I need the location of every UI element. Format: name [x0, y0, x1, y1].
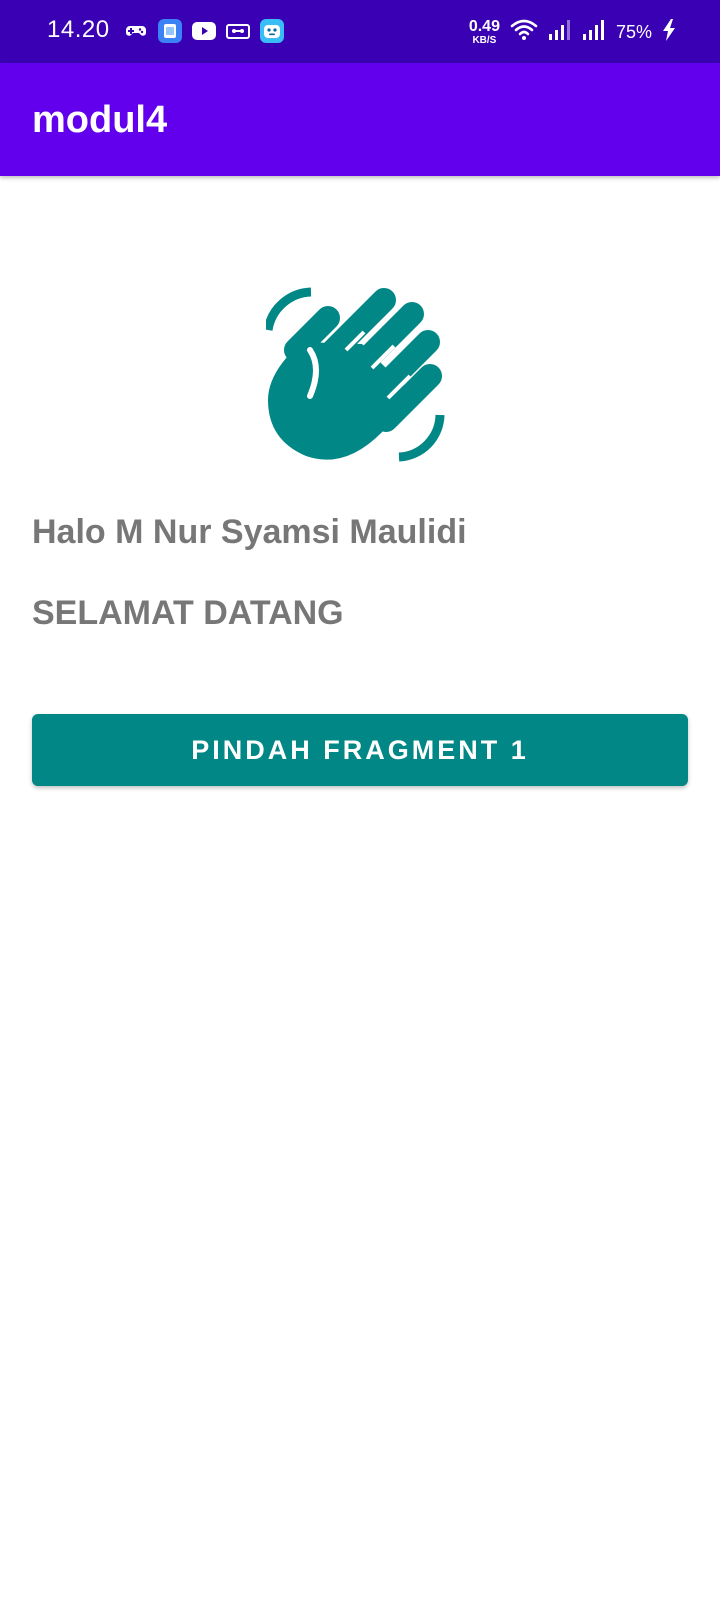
- charging-icon: [662, 18, 676, 46]
- gamepad-icon: [124, 19, 148, 43]
- signal-icon: [548, 19, 572, 46]
- welcome-text: SELAMAT DATANG: [32, 594, 344, 632]
- network-speed: 0.49 KB/S: [468, 17, 500, 46]
- battery-percentage: 75%: [615, 21, 652, 42]
- status-bar: 14.20 0.49 KB/S 75%: [0, 0, 720, 63]
- wifi-icon: [510, 18, 538, 47]
- pindah-fragment-button[interactable]: PINDAH FRAGMENT 1: [32, 714, 688, 786]
- app-title: modul4: [32, 99, 168, 141]
- signal-icon: [582, 19, 606, 46]
- bot-icon: [260, 19, 284, 43]
- status-time: 14.20: [47, 16, 110, 43]
- app-bar: modul4: [0, 63, 720, 176]
- app-badge-icon: [158, 19, 182, 43]
- network-speed-unit: KB/S: [472, 34, 497, 46]
- status-right-group: 0.49 KB/S 75%: [469, 16, 676, 48]
- notification-icons: [124, 19, 284, 43]
- cassette-icon: [226, 19, 250, 43]
- waving-hand-icon: [263, 280, 454, 468]
- network-speed-value: 0.49: [468, 17, 500, 35]
- youtube-icon: [192, 19, 216, 43]
- greeting-text: Halo M Nur Syamsi Maulidi: [32, 513, 467, 551]
